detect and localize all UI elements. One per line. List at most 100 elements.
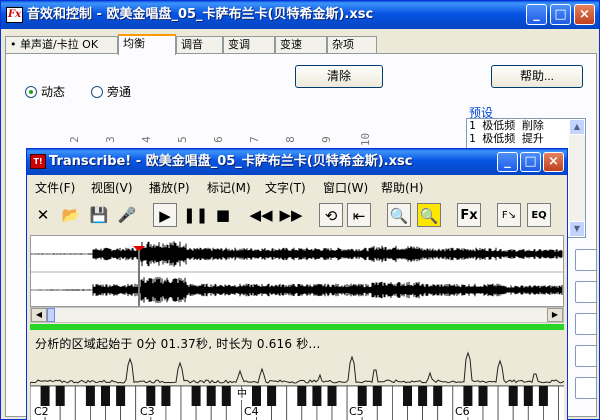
black-key[interactable]	[538, 386, 548, 406]
transcribe-app-icon: T!	[30, 154, 46, 169]
play-icon[interactable]: ▶	[153, 203, 177, 227]
black-key[interactable]	[433, 386, 443, 406]
menu-markers[interactable]: 标记(M)	[207, 179, 251, 196]
radio-dynamic-dot[interactable]	[25, 86, 37, 98]
side-control[interactable]	[575, 345, 597, 367]
preset-scrollbar[interactable]: ▲ ▼	[569, 119, 585, 237]
microphone-icon[interactable]: 🎤	[115, 203, 139, 227]
radio-dynamic[interactable]: 动态	[25, 83, 65, 100]
transcribe-window-title: Transcribe! - 欧美金唱盘_05_卡萨布兰卡(贝特希金斯).xsc	[49, 154, 413, 169]
stop-icon[interactable]: ■	[211, 203, 235, 227]
radio-bypass-label: 旁通	[107, 85, 132, 99]
black-key[interactable]	[478, 386, 488, 406]
black-key[interactable]	[357, 386, 367, 406]
eq-window-titlebar[interactable]: Fx 音效和控制 - 欧美金唱盘_05_卡萨布兰卡(贝特希金斯).xsc _ □…	[1, 1, 599, 29]
spectrum-graphic	[29, 351, 565, 385]
side-control[interactable]	[575, 313, 597, 335]
black-key[interactable]	[116, 386, 126, 406]
timeline-scrollbar[interactable]: ◀ ▶	[30, 307, 564, 323]
tab-equalizer[interactable]: 均衡	[118, 34, 176, 55]
transcribe-titlebar[interactable]: T! Transcribe! - 欧美金唱盘_05_卡萨布兰卡(贝特希金斯).x…	[27, 149, 567, 175]
middle-c-label: 中	[236, 389, 248, 400]
side-control[interactable]	[575, 281, 597, 303]
save-icon[interactable]: 💾	[87, 203, 111, 227]
open-folder-icon[interactable]: 📂	[59, 203, 83, 227]
tab-mono-karaoke[interactable]: • 单声道/卡拉 OK	[5, 36, 118, 54]
black-key[interactable]	[85, 386, 95, 406]
black-key[interactable]	[297, 386, 307, 406]
zoom-icon[interactable]: 🔍	[387, 203, 411, 227]
menu-help[interactable]: 帮助(H)	[381, 179, 423, 196]
pause-icon[interactable]: ❚❚	[183, 203, 208, 227]
menu-text[interactable]: 文字(T)	[265, 179, 306, 196]
black-key[interactable]	[221, 386, 231, 406]
black-key[interactable]	[40, 386, 50, 406]
menu-view[interactable]: 视图(V)	[91, 179, 133, 196]
rewind-icon[interactable]: ◀◀	[249, 203, 273, 227]
black-key[interactable]	[206, 386, 216, 406]
loop-icon[interactable]: ⟲	[319, 203, 343, 227]
clear-button[interactable]: 清除	[295, 65, 383, 88]
side-control[interactable]	[575, 249, 597, 271]
white-key[interactable]	[558, 386, 565, 420]
scroll-right-icon[interactable]: ▶	[547, 308, 563, 322]
close-button[interactable]: ×	[574, 4, 595, 25]
maximize-button[interactable]: □	[520, 152, 541, 172]
close-file-icon[interactable]: ✕	[31, 203, 55, 227]
waveform-channel	[30, 276, 563, 304]
tab-misc[interactable]: 杂项	[327, 36, 377, 54]
maximize-button[interactable]: □	[550, 4, 571, 25]
radio-bypass-dot[interactable]	[91, 86, 103, 98]
fx-eq-button[interactable]: EQ	[527, 203, 551, 227]
close-button[interactable]: ×	[543, 152, 564, 172]
minimize-button[interactable]: _	[526, 4, 547, 25]
black-key[interactable]	[508, 386, 518, 406]
black-key[interactable]	[418, 386, 428, 406]
fast-forward-icon[interactable]: ▶▶	[279, 203, 303, 227]
scroll-up-icon[interactable]: ▲	[569, 119, 585, 135]
black-key[interactable]	[146, 386, 156, 406]
piano-keyboard[interactable]: C2 C3 C4 中 C5 C6	[30, 385, 564, 420]
black-key[interactable]	[252, 386, 261, 406]
minimize-button[interactable]: _	[497, 152, 518, 172]
black-key[interactable]	[403, 386, 412, 406]
black-key[interactable]	[327, 386, 337, 406]
black-key[interactable]	[55, 386, 65, 406]
fx-route-icon[interactable]: F↘	[497, 203, 521, 227]
black-key[interactable]	[372, 386, 382, 406]
tab-tuning[interactable]: 调音	[176, 36, 223, 54]
waveform-graphic	[30, 241, 563, 306]
octave-label-c6: C6	[454, 405, 471, 418]
side-control[interactable]	[575, 377, 597, 399]
help-button[interactable]: 帮助...	[491, 65, 583, 88]
menu-bar: 文件(F) 视图(V) 播放(P) 标记(M) 文字(T) 窗口(W) 帮助(H…	[27, 175, 567, 197]
zoom-highlight-icon[interactable]: 🔍	[417, 203, 441, 227]
black-key[interactable]	[523, 386, 533, 406]
go-to-start-icon[interactable]: ⇤	[347, 203, 371, 227]
fx-button[interactable]: Fx	[457, 203, 481, 227]
tab-pitch[interactable]: 变调	[223, 36, 275, 54]
black-key[interactable]	[161, 386, 171, 406]
eq-band-number: 9	[319, 136, 333, 143]
radio-bypass[interactable]: 旁通	[91, 83, 131, 100]
menu-file[interactable]: 文件(F)	[35, 179, 75, 196]
eq-window-title: 音效和控制 - 欧美金唱盘_05_卡萨布兰卡(贝特希金斯).xsc	[27, 7, 374, 22]
radio-dynamic-label: 动态	[41, 85, 66, 99]
black-key[interactable]	[101, 386, 110, 406]
black-key[interactable]	[267, 386, 277, 406]
black-key[interactable]	[191, 386, 201, 406]
tab-speed[interactable]: 变速	[275, 36, 327, 54]
preset-item[interactable]: 1 极低频 削除	[467, 119, 585, 132]
black-key[interactable]	[463, 386, 473, 406]
scrollbar-thumb[interactable]	[47, 308, 55, 322]
menu-play[interactable]: 播放(P)	[149, 179, 190, 196]
scroll-left-icon[interactable]: ◀	[31, 308, 47, 322]
black-key[interactable]	[312, 386, 322, 406]
menu-window[interactable]: 窗口(W)	[323, 179, 368, 196]
waveform-display[interactable]	[30, 235, 564, 307]
preset-item[interactable]: 1 极低频 提升	[467, 132, 585, 145]
octave-label-c4: C4	[243, 405, 260, 418]
scroll-down-icon[interactable]: ▼	[569, 221, 585, 237]
octave-label-c3: C3	[139, 405, 156, 418]
octave-label-c2: C2	[33, 405, 50, 418]
